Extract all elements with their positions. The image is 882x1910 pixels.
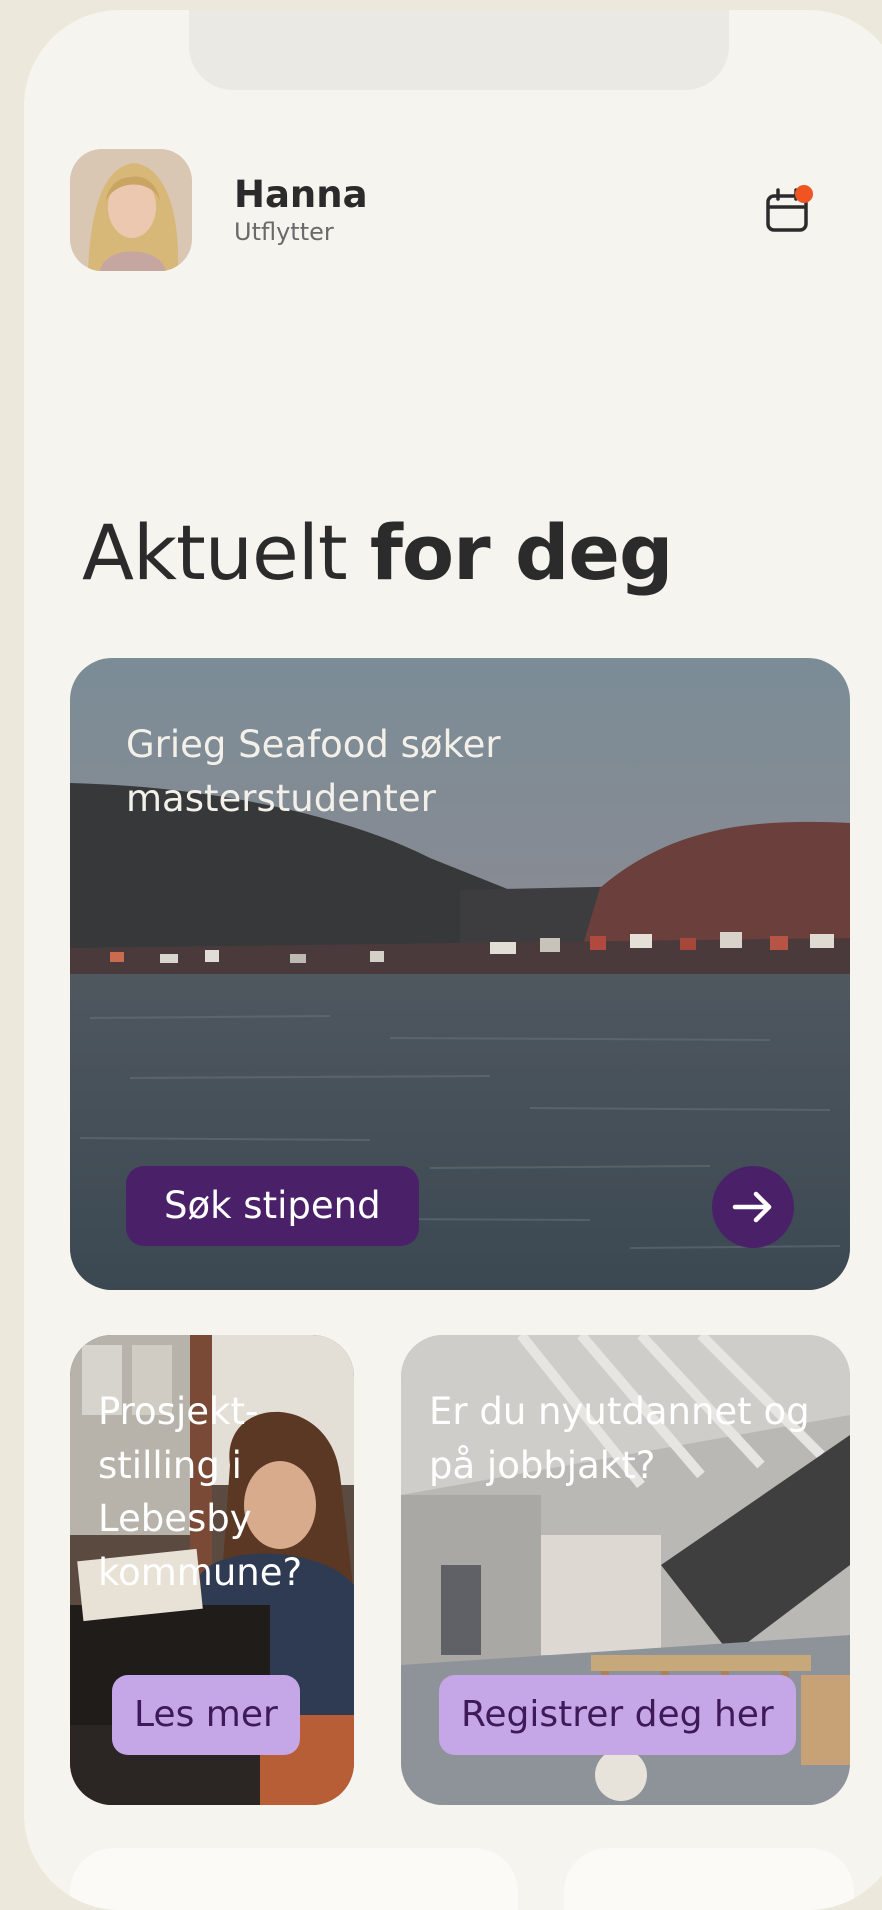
phone-screen: Hanna Utflytter Aktuelt for deg Grieg Se…	[24, 10, 882, 1910]
calendar-button[interactable]	[756, 182, 816, 242]
user-name: Hanna	[234, 173, 368, 217]
featured-card[interactable]: Grieg Seafood søker masterstudenter Søk …	[70, 658, 850, 1290]
bottom-card-right[interactable]	[564, 1848, 854, 1910]
notification-dot	[795, 185, 813, 203]
bottom-card-left[interactable]	[70, 1848, 518, 1910]
register-button[interactable]: Registrer deg her	[439, 1675, 796, 1755]
read-more-button[interactable]: Les mer	[112, 1675, 300, 1755]
avatar-photo	[70, 149, 192, 271]
arrow-right-icon	[732, 1191, 772, 1223]
featured-card-title: Grieg Seafood søker masterstudenter	[126, 723, 501, 820]
page-title: Aktuelt for deg	[82, 508, 674, 597]
graduate-card-title: Er du nyutdannet og på jobbjakt?	[429, 1390, 810, 1487]
avatar[interactable]	[70, 149, 192, 271]
user-role: Utflytter	[234, 217, 334, 246]
user-profile[interactable]: Hanna Utflytter	[70, 149, 368, 271]
page-title-regular: Aktuelt	[82, 508, 348, 597]
calendar-icon	[766, 185, 813, 232]
profile-text: Hanna Utflytter	[234, 173, 368, 246]
job-card-lebesby-title: Prosjekt-stilling i Lebesby kommune?	[98, 1390, 303, 1594]
device-notch	[189, 10, 729, 90]
page-title-bold: for deg	[369, 508, 674, 597]
graduate-card[interactable]: Er du nyutdannet og på jobbjakt? Registr…	[401, 1335, 850, 1805]
job-card-lebesby[interactable]: Prosjekt-stilling i Lebesby kommune? Les…	[70, 1335, 354, 1805]
apply-scholarship-button[interactable]: Søk stipend	[126, 1166, 419, 1246]
featured-card-next-button[interactable]	[712, 1166, 794, 1248]
